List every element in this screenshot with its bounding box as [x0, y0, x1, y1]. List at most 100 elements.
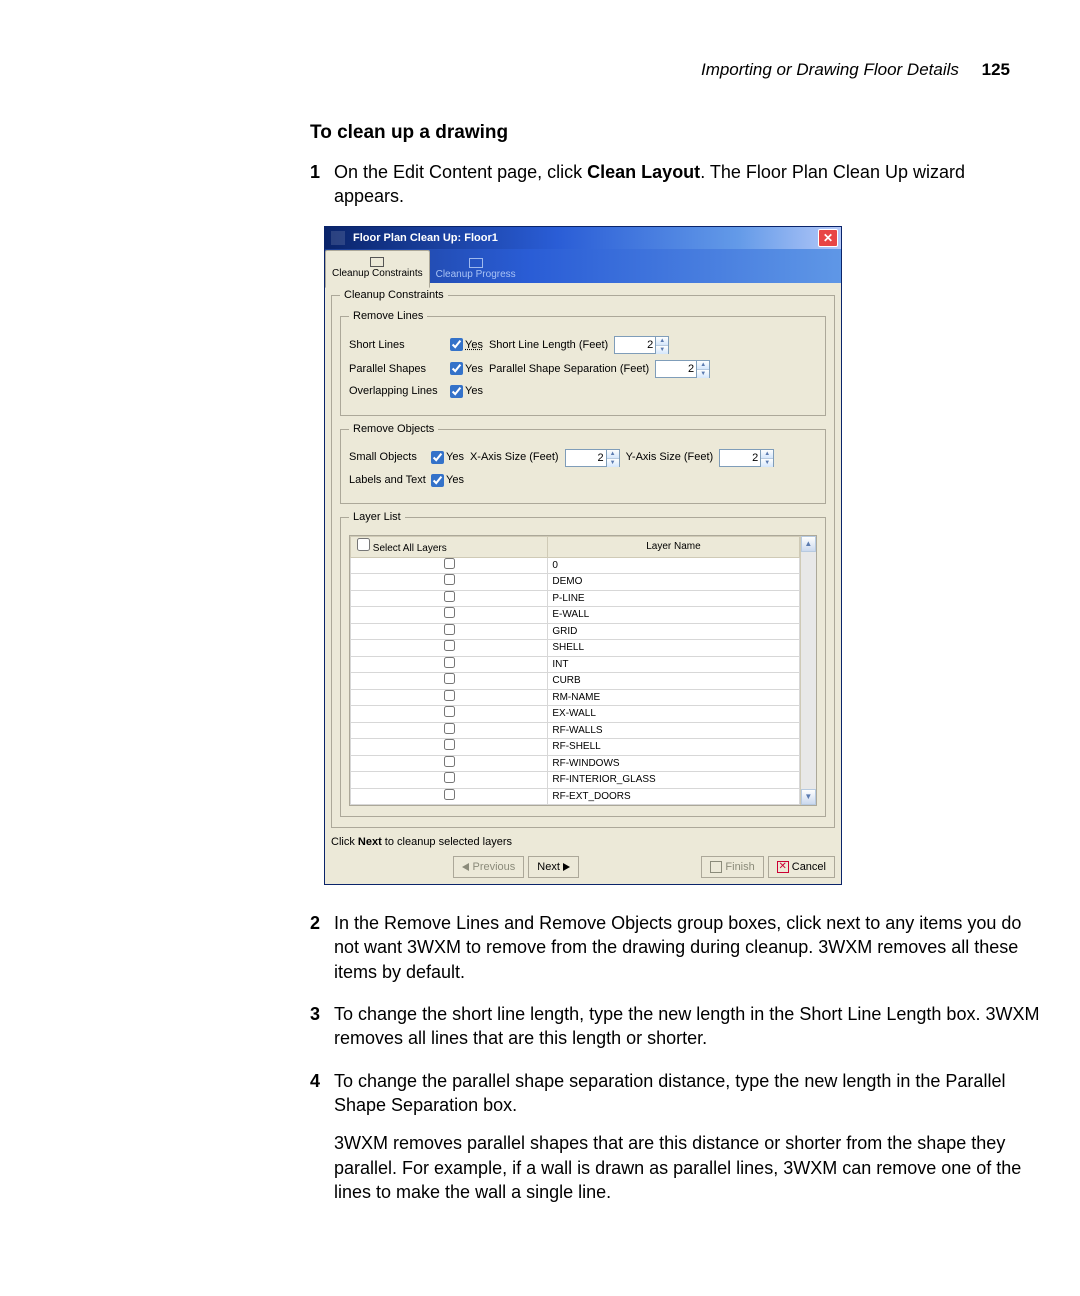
- cancel-button[interactable]: ✕ Cancel: [768, 856, 835, 878]
- layer-checkbox[interactable]: [444, 591, 455, 602]
- next-button[interactable]: Next: [528, 856, 579, 878]
- scroll-down-icon[interactable]: ▼: [801, 789, 816, 805]
- spin-up-icon[interactable]: ▲: [697, 361, 709, 369]
- check-icon: [710, 861, 722, 873]
- layer-checkbox-cell[interactable]: [351, 772, 548, 789]
- spin-up-icon[interactable]: ▲: [607, 450, 619, 458]
- layer-checkbox-cell[interactable]: [351, 656, 548, 673]
- layer-name-cell: 0: [548, 557, 799, 574]
- layer-checkbox-cell[interactable]: [351, 788, 548, 805]
- layer-name-header[interactable]: Layer Name: [548, 537, 799, 558]
- layer-checkbox[interactable]: [444, 756, 455, 767]
- table-row[interactable]: GRID: [351, 623, 800, 640]
- x-icon: ✕: [777, 861, 789, 873]
- layer-checkbox-cell[interactable]: [351, 755, 548, 772]
- previous-button[interactable]: Previous: [453, 856, 524, 878]
- table-row[interactable]: INT: [351, 656, 800, 673]
- layer-checkbox[interactable]: [444, 574, 455, 585]
- step-4-para2: 3WXM removes parallel shapes that are th…: [334, 1131, 1040, 1204]
- layer-name-cell: GRID: [548, 623, 799, 640]
- table-row[interactable]: RF-INTERIOR_GLASS: [351, 772, 800, 789]
- short-lines-checkbox[interactable]: [450, 338, 463, 351]
- table-row[interactable]: RF-WALLS: [351, 722, 800, 739]
- yaxis-spinner[interactable]: ▲▼: [719, 449, 774, 467]
- step-3: 3 To change the short line length, type …: [310, 1002, 1040, 1051]
- layer-checkbox-cell[interactable]: [351, 607, 548, 624]
- layer-checkbox[interactable]: [444, 706, 455, 717]
- table-row[interactable]: P-LINE: [351, 590, 800, 607]
- select-all-checkbox[interactable]: [357, 538, 370, 551]
- table-row[interactable]: RM-NAME: [351, 689, 800, 706]
- step-1-prefix: On the Edit Content page, click: [334, 162, 587, 182]
- table-row[interactable]: E-WALL: [351, 607, 800, 624]
- layer-checkbox[interactable]: [444, 607, 455, 618]
- table-row[interactable]: DEMO: [351, 574, 800, 591]
- short-line-length-input[interactable]: [615, 337, 655, 353]
- layer-checkbox[interactable]: [444, 673, 455, 684]
- layer-checkbox-cell[interactable]: [351, 673, 548, 690]
- parallel-shapes-checkbox[interactable]: [450, 362, 463, 375]
- overlapping-lines-checkbox[interactable]: [450, 385, 463, 398]
- layer-checkbox-cell[interactable]: [351, 590, 548, 607]
- page-number: 125: [982, 60, 1010, 79]
- select-all-header[interactable]: Select All Layers: [351, 537, 548, 558]
- layer-checkbox-cell[interactable]: [351, 640, 548, 657]
- parallel-separation-input[interactable]: [656, 361, 696, 377]
- layer-checkbox[interactable]: [444, 558, 455, 569]
- layer-checkbox-cell[interactable]: [351, 689, 548, 706]
- layer-checkbox-cell[interactable]: [351, 739, 548, 756]
- layer-checkbox[interactable]: [444, 739, 455, 750]
- spin-down-icon[interactable]: ▼: [697, 369, 709, 378]
- finish-button[interactable]: Finish: [701, 856, 763, 878]
- button-bar: Previous Next Finish: [325, 852, 841, 884]
- table-row[interactable]: CURB: [351, 673, 800, 690]
- scrollbar[interactable]: ▲ ▼: [800, 536, 816, 805]
- layer-checkbox-cell[interactable]: [351, 557, 548, 574]
- layer-checkbox[interactable]: [444, 640, 455, 651]
- short-line-length-spinner[interactable]: ▲▼: [614, 336, 669, 354]
- group-legend: Layer List: [349, 510, 405, 525]
- close-button[interactable]: ✕: [818, 229, 838, 247]
- spin-up-icon[interactable]: ▲: [761, 450, 773, 458]
- table-row[interactable]: RF-WINDOWS: [351, 755, 800, 772]
- layer-checkbox-cell[interactable]: [351, 574, 548, 591]
- table-row[interactable]: 0: [351, 557, 800, 574]
- spin-up-icon[interactable]: ▲: [656, 337, 668, 345]
- tab-cleanup-constraints[interactable]: Cleanup Constraints: [325, 250, 430, 288]
- layer-checkbox[interactable]: [444, 789, 455, 800]
- spin-down-icon[interactable]: ▼: [761, 458, 773, 467]
- layer-checkbox-cell[interactable]: [351, 623, 548, 640]
- tab-cleanup-progress[interactable]: Cleanup Progress: [430, 252, 522, 288]
- table-row[interactable]: RF-SHELL: [351, 739, 800, 756]
- parallel-separation-spinner[interactable]: ▲▼: [655, 360, 710, 378]
- layer-checkbox-cell[interactable]: [351, 706, 548, 723]
- xaxis-input[interactable]: [566, 450, 606, 466]
- step-1-bold: Clean Layout: [587, 162, 700, 182]
- titlebar[interactable]: Floor Plan Clean Up: Floor1 ✕: [325, 227, 841, 249]
- table-row[interactable]: EX-WALL: [351, 706, 800, 723]
- layer-checkbox[interactable]: [444, 657, 455, 668]
- layer-checkbox[interactable]: [444, 624, 455, 635]
- layer-checkbox[interactable]: [444, 772, 455, 783]
- yaxis-input[interactable]: [720, 450, 760, 466]
- small-objects-checkbox[interactable]: [431, 451, 444, 464]
- xaxis-spinner[interactable]: ▲▼: [565, 449, 620, 467]
- group-cleanup-constraints: Cleanup Constraints Remove Lines Short L…: [331, 288, 835, 828]
- tab-label: Cleanup Progress: [436, 268, 516, 282]
- spin-down-icon[interactable]: ▼: [607, 458, 619, 467]
- layer-checkbox-cell[interactable]: [351, 722, 548, 739]
- layer-name-cell: RF-INTERIOR_GLASS: [548, 772, 799, 789]
- step-4-text: To change the parallel shape separation …: [334, 1069, 1040, 1118]
- layer-checkbox[interactable]: [444, 723, 455, 734]
- scroll-up-icon[interactable]: ▲: [801, 536, 816, 552]
- layer-checkbox[interactable]: [444, 690, 455, 701]
- layer-name-cell: RF-EXT_DOORS: [548, 788, 799, 805]
- yes-label: Yes: [446, 450, 464, 465]
- table-row[interactable]: RF-EXT_DOORS: [351, 788, 800, 805]
- spin-down-icon[interactable]: ▼: [656, 345, 668, 354]
- step-2-text: In the Remove Lines and Remove Objects g…: [334, 911, 1040, 984]
- table-row[interactable]: SHELL: [351, 640, 800, 657]
- labels-text-checkbox[interactable]: [431, 474, 444, 487]
- breadcrumb: Importing or Drawing Floor Details: [701, 60, 959, 79]
- group-legend: Remove Objects: [349, 422, 438, 437]
